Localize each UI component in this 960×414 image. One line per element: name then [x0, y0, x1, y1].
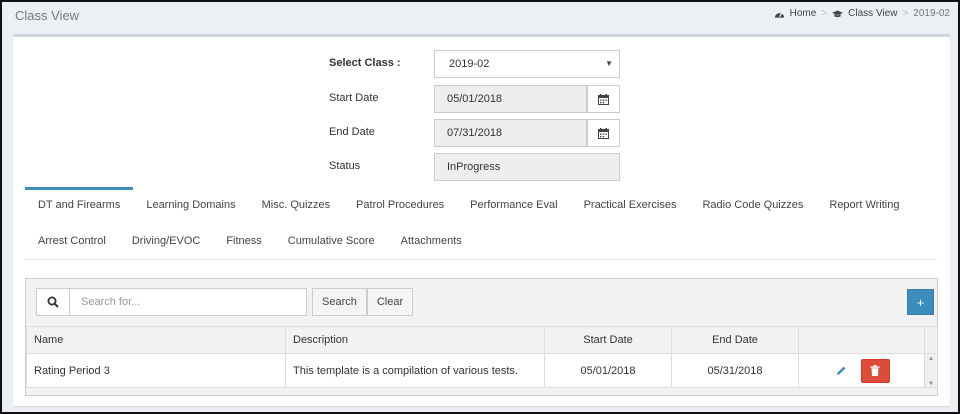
- cell-name: Rating Period 3: [26, 353, 286, 388]
- end-date-row: End Date 07/31/2018: [13, 119, 950, 147]
- column-header-name[interactable]: Name: [26, 326, 286, 354]
- column-header-description[interactable]: Description: [285, 326, 545, 354]
- tab-practical-exercises[interactable]: Practical Exercises: [571, 187, 690, 222]
- main-panel: Select Class : 2019-02 ▼ Start Date 05/0…: [13, 34, 950, 406]
- tab-learning-domains[interactable]: Learning Domains: [133, 187, 248, 222]
- select-class-label: Select Class :: [329, 57, 401, 69]
- status-row: Status InProgress: [13, 153, 950, 181]
- tab-arrest-control[interactable]: Arrest Control: [25, 223, 119, 258]
- cell-start-date: 05/01/2018: [544, 353, 672, 388]
- tab-radio-code-quizzes[interactable]: Radio Code Quizzes: [689, 187, 816, 222]
- search-bar: Search for... Search Clear: [36, 288, 414, 316]
- search-icon-box: [36, 288, 70, 316]
- tab-dt-and-firearms[interactable]: DT and Firearms: [25, 187, 134, 222]
- tab-strip: DT and Firearms Learning Domains Misc. Q…: [25, 187, 937, 260]
- select-class-value: 2019-02: [449, 58, 490, 70]
- scroll-down-icon[interactable]: ▼: [928, 381, 934, 387]
- tab-row-1: DT and Firearms Learning Domains Misc. Q…: [25, 187, 912, 222]
- vertical-scrollbar[interactable]: ▲ ▼: [924, 353, 938, 388]
- dashboard-icon: [774, 12, 784, 18]
- select-class-row: Select Class : 2019-02 ▼: [13, 50, 950, 78]
- tab-misc-quizzes[interactable]: Misc. Quizzes: [249, 187, 343, 222]
- column-header-start-date[interactable]: Start Date: [544, 326, 672, 354]
- breadcrumb: Home > Class View > 2019-02: [774, 8, 950, 19]
- cell-actions: [798, 353, 925, 388]
- calendar-icon: [598, 127, 609, 139]
- status-label: Status: [329, 160, 361, 172]
- graduation-cap-icon: [832, 9, 844, 17]
- select-class-dropdown[interactable]: 2019-02 ▼: [434, 50, 620, 78]
- pencil-icon: [837, 366, 846, 375]
- table-header-row: Name Description Start Date End Date: [26, 326, 938, 354]
- clear-button[interactable]: Clear: [366, 288, 414, 316]
- column-header-end-date[interactable]: End Date: [671, 326, 799, 354]
- tab-performance-eval[interactable]: Performance Eval: [457, 187, 570, 222]
- status-field: InProgress: [434, 153, 620, 181]
- breadcrumb-separator: >: [821, 8, 828, 19]
- tab-driving-evoc[interactable]: Driving/EVOC: [119, 223, 213, 258]
- column-header-actions: [798, 326, 925, 354]
- start-date-picker-button[interactable]: [587, 85, 620, 113]
- scroll-up-icon[interactable]: ▲: [928, 356, 934, 362]
- add-button[interactable]: +: [907, 289, 934, 315]
- breadcrumb-current: 2019-02: [913, 8, 950, 19]
- page-title: Class View: [15, 8, 80, 23]
- start-date-field[interactable]: 05/01/2018: [434, 85, 587, 113]
- end-date-label: End Date: [329, 126, 375, 138]
- tab-row-2: Arrest Control Driving/EVOC Fitness Cumu…: [25, 223, 475, 258]
- delete-button[interactable]: [860, 358, 890, 383]
- scrollbar-header: [924, 326, 938, 354]
- end-date-field[interactable]: 07/31/2018: [434, 119, 587, 147]
- start-date-label: Start Date: [329, 92, 379, 104]
- breadcrumb-separator: >: [902, 8, 909, 19]
- records-table: Name Description Start Date End Date Rat…: [26, 326, 938, 388]
- end-date-picker-button[interactable]: [587, 119, 620, 147]
- chevron-down-icon: ▼: [605, 59, 613, 68]
- app-frame: Class View Home > Class View > 2019-02 S…: [0, 0, 960, 414]
- cell-description: This template is a compilation of variou…: [285, 353, 545, 388]
- table-row[interactable]: Rating Period 3 This template is a compi…: [26, 353, 938, 388]
- search-input[interactable]: Search for...: [70, 288, 307, 316]
- start-date-row: Start Date 05/01/2018: [13, 85, 950, 113]
- calendar-icon: [598, 93, 609, 105]
- tab-patrol-procedures[interactable]: Patrol Procedures: [343, 187, 457, 222]
- tab-attachments[interactable]: Attachments: [388, 223, 475, 258]
- cell-end-date: 05/31/2018: [671, 353, 799, 388]
- grid-panel: Search for... Search Clear + Name Descri…: [25, 278, 938, 396]
- tab-cumulative-score[interactable]: Cumulative Score: [275, 223, 388, 258]
- tab-report-writing[interactable]: Report Writing: [816, 187, 912, 222]
- page-header: Class View Home > Class View > 2019-02: [4, 4, 960, 32]
- search-icon: [47, 296, 59, 308]
- breadcrumb-section-link[interactable]: Class View: [848, 8, 897, 19]
- tab-fitness[interactable]: Fitness: [213, 223, 274, 258]
- trash-icon: [870, 365, 880, 376]
- search-button[interactable]: Search: [312, 288, 367, 316]
- breadcrumb-home-link[interactable]: Home: [790, 8, 817, 19]
- edit-button[interactable]: [833, 363, 849, 379]
